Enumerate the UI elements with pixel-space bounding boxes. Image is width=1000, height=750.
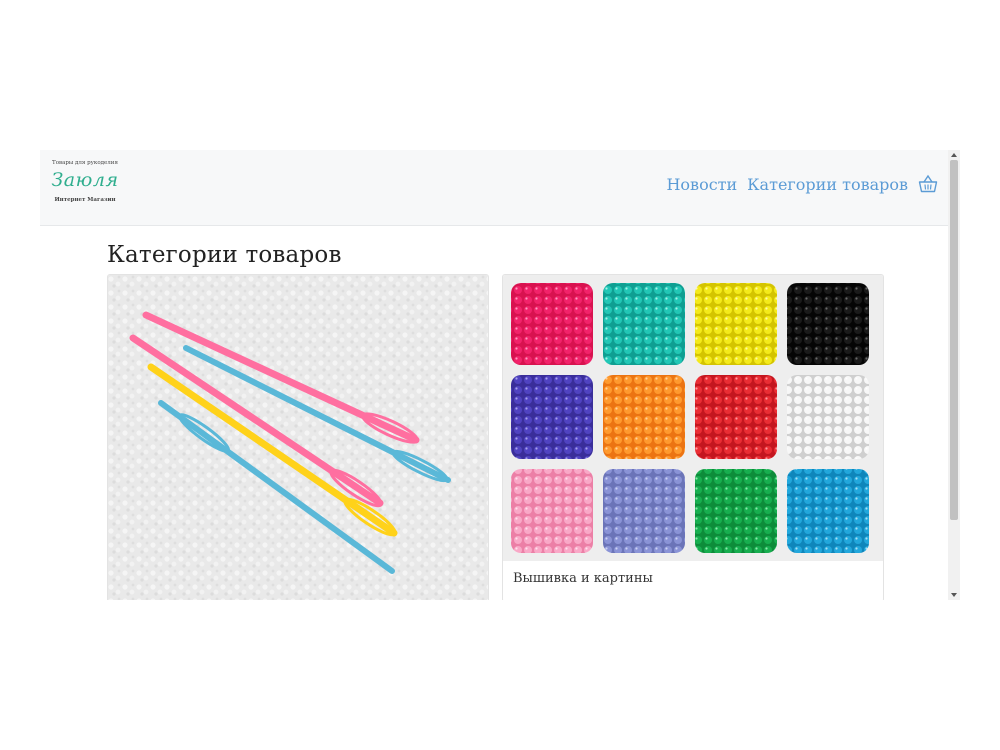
scroll-down-arrow-icon[interactable] [951,593,957,597]
category-grid: Вышивка и картины [107,274,884,600]
scroll-up-arrow-icon[interactable] [951,153,957,157]
category-title[interactable]: Вышивка и картины [513,571,653,586]
category-card[interactable]: Вышивка и картины [502,274,884,600]
basket-icon[interactable] [918,174,938,194]
brand-name: Заюля [51,169,119,191]
plastic-needles-image [108,275,488,600]
scrollbar-thumb[interactable] [950,160,958,520]
nav-links: Новости Категории товаров [656,174,938,194]
browser-viewport: Товары для рукоделия Заюля Интернет Мага… [40,150,960,600]
nav-link-news[interactable]: Новости [666,175,737,194]
colorful-beads-image [503,275,883,561]
vertical-scrollbar[interactable] [948,150,960,600]
nav-link-categories[interactable]: Категории товаров [747,175,908,194]
category-card[interactable] [107,274,489,600]
navbar: Товары для рукоделия Заюля Интернет Мага… [40,150,948,226]
brand-logo[interactable]: Товары для рукоделия Заюля Интернет Мага… [50,160,120,203]
page-title: Категории товаров [107,242,342,268]
brand-subtitle: Интернет Магазин [54,197,116,203]
brand-tagline: Товары для рукоделия [52,160,118,166]
